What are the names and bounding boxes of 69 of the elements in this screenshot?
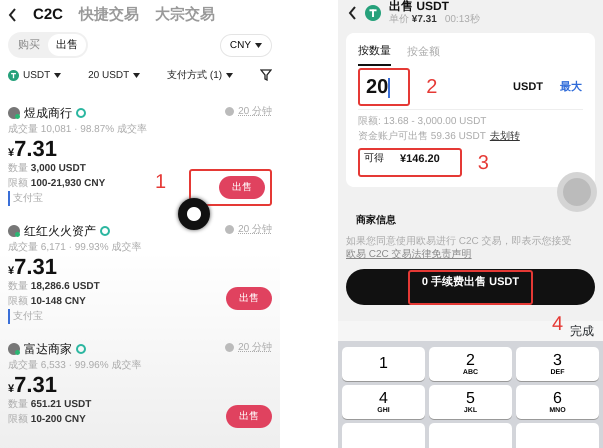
receive-amount: ¥146.20: [400, 152, 440, 167]
transfer-link[interactable]: 去划转: [490, 128, 520, 144]
sell-button[interactable]: 出售: [219, 176, 265, 199]
segment-tab[interactable]: 出售: [48, 34, 86, 56]
countdown: 00:13秒: [444, 14, 480, 26]
back-icon[interactable]: [8, 8, 17, 22]
payment-method: 支付宝: [8, 309, 142, 324]
annotation-number: 4: [552, 314, 564, 334]
text-cursor: [388, 78, 390, 98]
merchant-limit: 限额 100-21,930 CNY: [8, 176, 106, 192]
filter-dropdown[interactable]: USDT: [8, 68, 62, 82]
merchant-name[interactable]: 富达商家: [24, 340, 72, 358]
merchant-limit: 限额 10-148 CNY: [8, 294, 87, 310]
merchant-quantity: 数量 18,286.6 USDT: [8, 280, 101, 294]
section-heading: 商家信息: [356, 213, 396, 228]
time-limit: 20 分钟: [238, 340, 272, 355]
caret-icon: [133, 72, 140, 78]
caret-icon: [226, 72, 234, 78]
available-balance: 资金账户可出售 59.36 USDT: [358, 130, 486, 144]
time-limit: 20 分钟: [238, 104, 272, 119]
annotation-number: 3: [478, 152, 489, 173]
merchant-name[interactable]: 煜成商行: [24, 104, 72, 122]
highlight-frame: 0 手续费出售 USDT: [408, 270, 534, 305]
unit-price: 单价 ¥7.31: [389, 14, 437, 26]
sell-button[interactable]: 出售: [226, 405, 272, 428]
merchant-quantity: 数量 651.21 USDT: [8, 398, 92, 412]
price: ¥7.31: [8, 137, 58, 162]
tether-icon: [365, 4, 381, 21]
time-limit: 20 分钟: [238, 222, 272, 237]
verified-icon: [76, 108, 86, 118]
verified-icon: [100, 226, 110, 236]
amount-field[interactable]: 20: [366, 72, 390, 102]
max-button[interactable]: 最大: [559, 78, 583, 97]
done-button[interactable]: 完成: [569, 321, 595, 342]
floating-button[interactable]: [178, 198, 210, 230]
caret-icon: [255, 42, 262, 48]
verified-icon: [76, 344, 86, 354]
annotation-number: 1: [155, 172, 166, 192]
disclaimer-text: 如果您同意使用欧易进行 C2C 交易，即表示您接受 欧易 C2C 交易法律免责声明: [345, 236, 573, 262]
back-icon[interactable]: [348, 6, 357, 20]
tab[interactable]: C2C: [33, 4, 64, 26]
avatar-icon: [8, 343, 20, 355]
merchant-stats: 成交量 6,533 · 99.96% 成交率: [8, 358, 142, 373]
submit-button[interactable]: 0 手续费出售 USDT: [346, 269, 595, 306]
caret-icon: [54, 72, 62, 78]
filter-dropdown[interactable]: 20 USDT: [88, 68, 140, 82]
sell-button[interactable]: 出售: [226, 287, 272, 310]
merchant-limit: 限额 10-200 CNY: [8, 412, 87, 428]
currency-label: CNY: [230, 38, 251, 52]
currency-dropdown[interactable]: CNY: [220, 34, 272, 56]
page-title: 出售 USDT: [389, 0, 450, 14]
receive-label: 可得: [364, 152, 384, 166]
tab[interactable]: 按数量: [358, 43, 391, 66]
merchant-stats: 成交量 10,081 · 98.87% 成交率: [8, 122, 147, 137]
filter-icon[interactable]: [260, 69, 272, 81]
merchant-quantity: 数量 3,000 USDT: [8, 162, 87, 176]
avatar-icon: [8, 107, 20, 119]
keyboard-key[interactable]: 1: [342, 347, 425, 382]
merchant-name[interactable]: 红红火火资产: [24, 222, 96, 240]
avatar-icon: [8, 225, 20, 237]
tether-icon: [8, 70, 19, 80]
merchant-stats: 成交量 6,171 · 99.93% 成交率: [8, 240, 142, 255]
filter-dropdown[interactable]: 支付方式 (1): [167, 68, 234, 82]
amount-unit: USDT: [513, 80, 543, 96]
payment-method: 支付宝: [8, 191, 147, 206]
annotation-number: 2: [426, 77, 438, 98]
price: ¥7.31: [8, 373, 58, 398]
price: ¥7.31: [8, 255, 58, 280]
amount-limit: 限额: 13.68 - 3,000.00 USDT: [358, 114, 488, 129]
